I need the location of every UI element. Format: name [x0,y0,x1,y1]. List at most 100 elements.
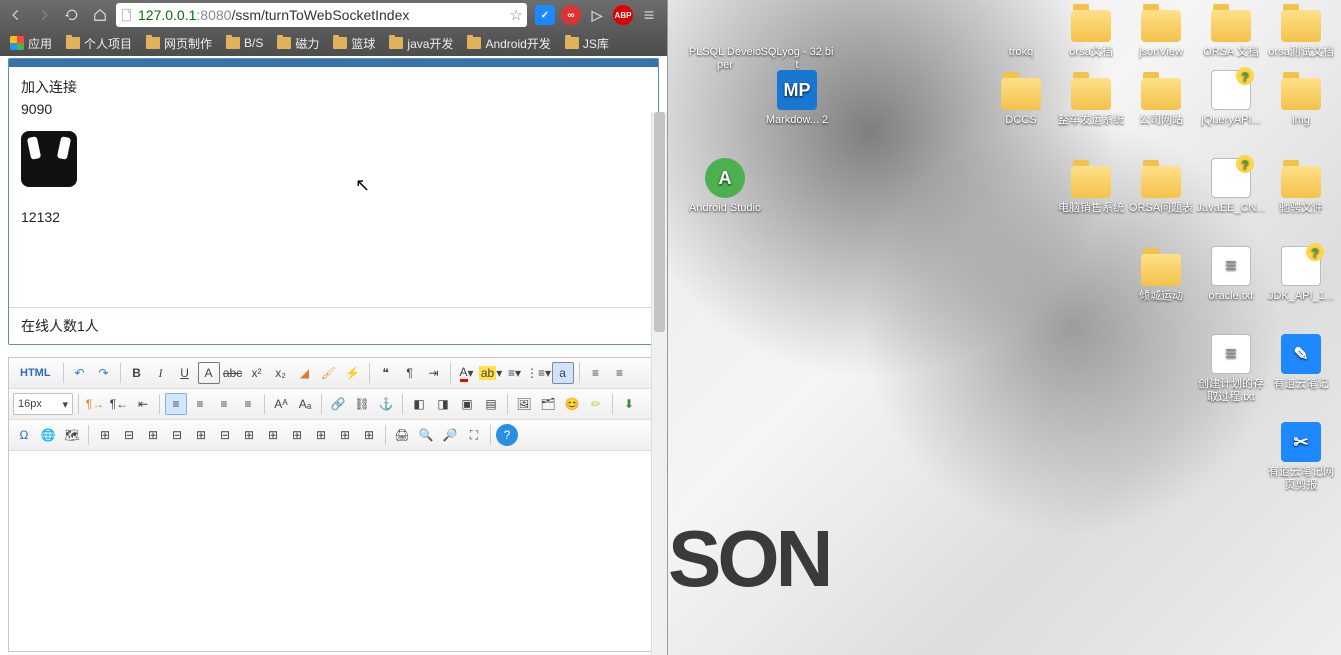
emoticon-button[interactable]: 😊 [561,393,583,415]
ext-blue-icon[interactable]: ✓ [535,5,555,25]
desktop-icon[interactable]: ORSA 文档 [1194,2,1268,59]
align-right-group-button[interactable]: ≡ [609,362,631,384]
image-none-button[interactable]: ▤ [480,393,502,415]
subscript-button[interactable]: x₂ [270,362,292,384]
desktop-icon[interactable]: 电脑销售系统 [1054,158,1128,215]
reload-button[interactable] [60,4,84,26]
desktop-icon[interactable]: img [1264,70,1338,127]
desktop-icon[interactable]: oracle.txt [1194,246,1268,303]
desktop[interactable]: SON PLSQL DeveloperSQLyog - 32 bittrokqo… [668,0,1341,655]
desktop-icon[interactable]: 创建计划的存取过程.txt [1194,334,1268,404]
special-char-button[interactable]: Ω [13,424,35,446]
desktop-icon[interactable]: ✎有道云笔记 [1264,334,1338,391]
desktop-icon[interactable]: SQLyog - 32 bit [760,2,834,72]
link-button[interactable]: 🔗 [327,393,349,415]
unordered-list-button[interactable]: ⋮≡▾ [528,362,550,384]
ext-abp-icon[interactable]: ABP [613,5,633,25]
image-right-button[interactable]: ◨ [432,393,454,415]
map-button[interactable]: 🌐 [37,424,59,446]
bookmark-folder[interactable]: java开发 [383,33,459,54]
bookmark-folder[interactable]: 网页制作 [140,33,218,54]
insert-image-button[interactable]: 🖼 [513,393,535,415]
ext-infinity-icon[interactable]: ∞ [561,5,581,25]
code-button[interactable]: ¶ [399,362,421,384]
desktop-icon[interactable]: ORSA问题表 [1124,158,1198,215]
desktop-icon[interactable]: AAndroid Studio [688,158,762,215]
ext-cursor-icon[interactable]: ▷ [587,5,607,25]
image-center-button[interactable]: ▣ [456,393,478,415]
bold-button[interactable]: B [126,362,148,384]
search-replace-button[interactable]: 🔎 [439,424,461,446]
bookmark-folder[interactable]: 磁力 [271,33,325,54]
desktop-icon[interactable]: MPMarkdow... 2 [760,70,834,127]
editor-content-area[interactable] [9,451,658,651]
strikethrough-button[interactable]: abc [222,362,244,384]
apps-shortcut[interactable]: 应用 [4,33,58,54]
font-color-button[interactable]: A▾ [456,362,478,384]
vertical-scrollbar[interactable] [651,112,667,655]
scrollbar-thumb[interactable] [654,112,665,332]
split-cells-button[interactable]: ⊞ [310,424,332,446]
desktop-icon[interactable]: jsonView [1124,2,1198,59]
bookmark-folder[interactable]: 个人项目 [60,33,138,54]
delete-row-button[interactable]: ⊟ [166,424,188,446]
select-all-button[interactable]: a [552,362,574,384]
insert-row-button[interactable]: ⊞ [142,424,164,446]
bookmark-star-icon[interactable]: ☆ [510,6,523,24]
align-left-group-button[interactable]: ≡ [585,362,607,384]
desktop-icon[interactable]: 驰骋文件 [1264,158,1338,215]
desktop-icon[interactable]: PLSQL Developer [688,2,762,72]
ltr-button[interactable]: ¶→ [84,393,106,415]
bg-color-button[interactable]: ab▾ [480,362,502,384]
undo-button[interactable]: ↶ [69,362,91,384]
unlink-button[interactable]: ⛓ [351,393,373,415]
insert-multi-image-button[interactable]: 🗂 [537,393,559,415]
italic-button[interactable]: I [150,362,172,384]
lowercase-button[interactable]: Aₐ [294,393,316,415]
underline-button[interactable]: U [174,362,196,384]
scrawl-button[interactable]: ✏ [585,393,607,415]
source-button[interactable]: HTML [13,362,58,384]
blockquote-button[interactable]: ❝ [375,362,397,384]
desktop-icon[interactable]: JavaEE_CN... [1194,158,1268,215]
align-justify-button[interactable]: ≡ [237,393,259,415]
indent-button[interactable]: ⇥ [423,362,445,384]
anchor-button[interactable]: ⚓ [375,393,397,415]
bookmark-folder[interactable]: JS库 [559,33,615,54]
home-button[interactable] [88,4,112,26]
insert-col-button[interactable]: ⊞ [190,424,212,446]
insert-table-button[interactable]: ⊞ [94,424,116,446]
desktop-icon[interactable]: JDK_API_1... [1264,246,1338,303]
attachment-button[interactable]: ⬇ [618,393,640,415]
fullscreen-button[interactable]: ⛶ [463,424,485,446]
align-right-button[interactable]: ≡ [213,393,235,415]
desktop-icon[interactable]: 公司网站 [1124,70,1198,127]
split-rows-button[interactable]: ⊞ [334,424,356,446]
redo-button[interactable]: ↷ [93,362,115,384]
image-left-button[interactable]: ◧ [408,393,430,415]
split-cols-button[interactable]: ⊞ [358,424,380,446]
uppercase-button[interactable]: Aᴬ [270,393,292,415]
browser-menu-icon[interactable]: ≡ [639,5,659,25]
bookmark-folder[interactable]: B/S [220,34,269,52]
merge-right-button[interactable]: ⊞ [262,424,284,446]
merge-cells-button[interactable]: ⊞ [238,424,260,446]
align-left-button[interactable]: ≡ [165,393,187,415]
superscript-button[interactable]: x² [246,362,268,384]
desktop-icon[interactable]: orsa测试文档 [1264,2,1338,59]
help-button[interactable]: ? [496,424,518,446]
address-bar[interactable]: 127.0.0.1:8080/ssm/turnToWebSocketIndex … [116,3,527,27]
gmap-button[interactable]: 🗺 [61,424,83,446]
desktop-icon[interactable]: ✂有道云笔记网页剪报 [1264,422,1338,492]
delete-table-button[interactable]: ⊟ [118,424,140,446]
align-center-button[interactable]: ≡ [189,393,211,415]
desktop-icon[interactable]: trokq [984,2,1058,59]
preview-button[interactable]: 🔍 [415,424,437,446]
desktop-icon[interactable]: 倾城运动 [1124,246,1198,303]
bookmark-folder[interactable]: 篮球 [327,33,381,54]
forward-button[interactable] [32,4,56,26]
delete-col-button[interactable]: ⊟ [214,424,236,446]
desktop-icon[interactable]: orsa文档 [1054,2,1128,59]
back-button[interactable] [4,4,28,26]
print-button[interactable]: 🖨 [391,424,413,446]
